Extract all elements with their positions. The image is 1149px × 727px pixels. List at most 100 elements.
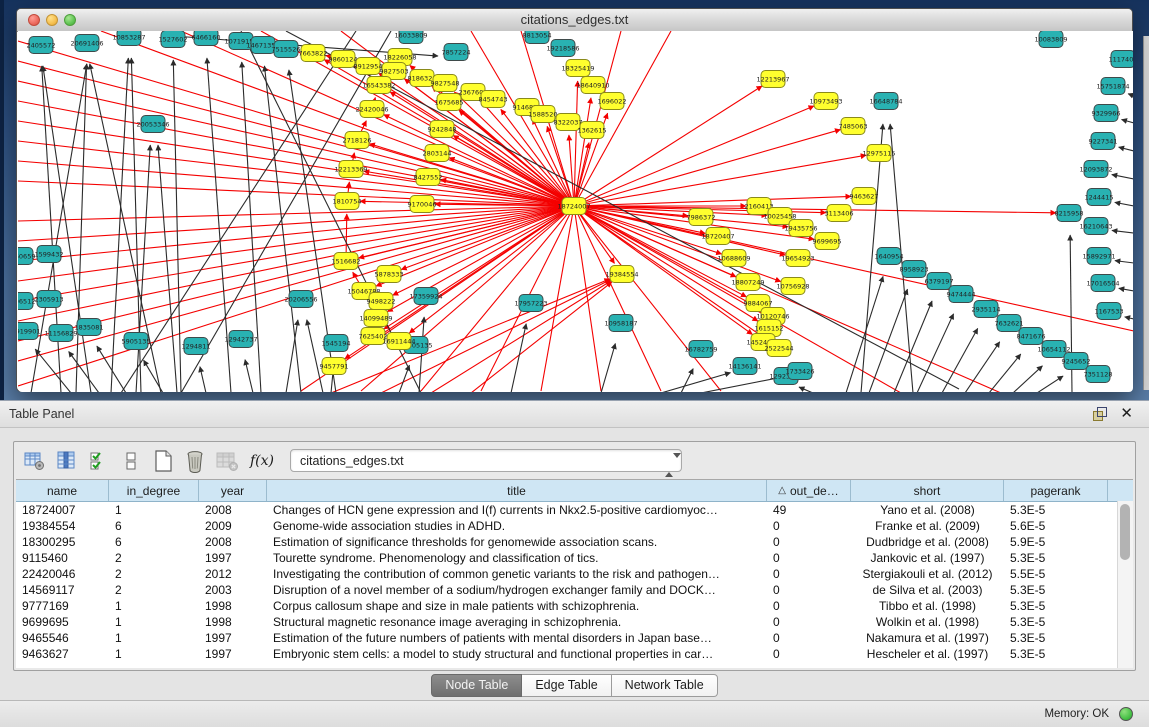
tab-node-table[interactable]: Node Table xyxy=(431,674,522,697)
graph-node[interactable] xyxy=(733,358,757,375)
graph-node[interactable] xyxy=(767,340,791,357)
graph-edge[interactable] xyxy=(601,343,615,392)
graph-node[interactable] xyxy=(689,209,713,226)
graph-edge[interactable] xyxy=(574,155,866,206)
graph-node[interactable] xyxy=(827,205,851,222)
graph-node[interactable] xyxy=(949,286,973,303)
graph-node[interactable] xyxy=(430,121,454,138)
graph-node[interactable] xyxy=(360,101,384,118)
graph-node[interactable] xyxy=(1091,133,1115,150)
graph-node[interactable] xyxy=(331,51,355,68)
table-row[interactable]: 946554611997Estimation of the future num… xyxy=(16,630,1133,646)
graph-node[interactable] xyxy=(789,220,813,237)
table-selector-dropdown[interactable]: citations_edges.txt xyxy=(290,449,682,472)
graph-node[interactable] xyxy=(387,333,411,350)
graph-node[interactable] xyxy=(77,319,101,336)
graph-node[interactable] xyxy=(361,328,385,345)
graph-node[interactable] xyxy=(481,91,505,108)
graph-edge[interactable] xyxy=(1115,202,1133,206)
graph-edge[interactable] xyxy=(989,354,1021,392)
table-scrollbar[interactable] xyxy=(1117,501,1133,668)
graph-node[interactable] xyxy=(610,266,634,283)
graph-node[interactable] xyxy=(768,208,792,225)
table-row[interactable]: 1830029562008Estimation of significance … xyxy=(16,534,1133,550)
graph-edge[interactable] xyxy=(200,367,206,392)
graph-edge[interactable] xyxy=(1119,288,1133,291)
graph-edge[interactable] xyxy=(42,66,61,392)
table-scrollbar-thumb[interactable] xyxy=(1120,504,1130,560)
column-header-in_degree[interactable]: in_degree xyxy=(109,480,199,501)
graph-node[interactable] xyxy=(566,60,590,77)
graph-node[interactable] xyxy=(324,335,348,352)
graph-node[interactable] xyxy=(874,93,898,110)
graph-edge[interactable] xyxy=(18,206,574,361)
graph-node[interactable] xyxy=(1087,248,1111,265)
graph-node[interactable] xyxy=(519,295,543,312)
graph-node[interactable] xyxy=(722,250,746,267)
delete-table-icon[interactable] xyxy=(182,448,208,474)
graph-edge[interactable] xyxy=(701,376,785,392)
graph-edge[interactable] xyxy=(1013,366,1042,392)
stacked-rows-icon[interactable] xyxy=(118,448,144,474)
graph-edge[interactable] xyxy=(144,360,163,392)
table-row[interactable]: 977716911998Corpus callosum shape and si… xyxy=(16,598,1133,614)
graph-node[interactable] xyxy=(1057,205,1081,222)
graph-node[interactable] xyxy=(736,274,760,291)
graph-edge[interactable] xyxy=(1112,230,1133,233)
graph-node[interactable] xyxy=(525,31,549,44)
close-panel-icon[interactable]: ✕ xyxy=(1120,404,1133,422)
graph-node[interactable] xyxy=(251,37,275,54)
graph-node[interactable] xyxy=(877,248,901,265)
network-graph[interactable]: 2405572206914061085328715276026466160107… xyxy=(18,31,1133,392)
graph-edge[interactable] xyxy=(574,106,814,206)
tab-network-table[interactable]: Network Table xyxy=(612,674,718,697)
graph-node[interactable] xyxy=(369,293,393,310)
graph-node[interactable] xyxy=(902,261,926,278)
graph-edge[interactable] xyxy=(511,324,526,392)
graph-node[interactable] xyxy=(161,31,185,48)
graph-edge[interactable] xyxy=(846,276,883,392)
graph-node[interactable] xyxy=(788,363,812,380)
graph-node[interactable] xyxy=(229,331,253,348)
graph-node[interactable] xyxy=(841,118,865,135)
graph-node[interactable] xyxy=(117,31,141,46)
graph-edge[interactable] xyxy=(1115,261,1133,263)
graph-node[interactable] xyxy=(37,246,61,263)
graph-node[interactable] xyxy=(1039,31,1063,48)
graph-node[interactable] xyxy=(974,301,998,318)
graph-edge[interactable] xyxy=(393,206,574,295)
graph-edge[interactable] xyxy=(69,351,99,392)
graph-edge[interactable] xyxy=(1128,94,1133,96)
graph-node[interactable] xyxy=(781,278,805,295)
column-header-short[interactable]: short xyxy=(851,480,1004,501)
graph-node[interactable] xyxy=(815,233,839,250)
graph-node[interactable] xyxy=(1084,161,1108,178)
graph-edge[interactable] xyxy=(541,206,574,391)
graph-node[interactable] xyxy=(399,31,423,44)
column-header-out_de[interactable]: △out_de… xyxy=(767,480,851,501)
graph-node[interactable] xyxy=(339,161,363,178)
graph-node[interactable] xyxy=(322,358,346,375)
graph-node[interactable] xyxy=(37,291,61,308)
graph-edge[interactable] xyxy=(1037,376,1063,392)
graph-node[interactable] xyxy=(1042,341,1066,358)
graph-node[interactable] xyxy=(301,45,325,62)
table-row[interactable]: 946362711997Embryonic stem cells: a mode… xyxy=(16,646,1133,662)
column-header-name[interactable]: name xyxy=(16,480,109,501)
select-rows-icon[interactable] xyxy=(86,448,112,474)
graph-node[interactable] xyxy=(410,196,434,213)
graph-node[interactable] xyxy=(18,323,38,340)
graph-edge[interactable] xyxy=(869,289,907,392)
column-header-year[interactable]: year xyxy=(199,480,267,501)
graph-node[interactable] xyxy=(444,44,468,61)
graph-node[interactable] xyxy=(852,188,876,205)
table-row[interactable]: 1456911722003Disruption of a novel membe… xyxy=(16,582,1133,598)
graph-node[interactable] xyxy=(786,250,810,267)
graph-node[interactable] xyxy=(364,310,388,327)
float-panel-icon[interactable] xyxy=(1093,407,1107,421)
tab-edge-table[interactable]: Edge Table xyxy=(522,674,611,697)
graph-edge[interactable] xyxy=(681,369,693,392)
graph-edge[interactable] xyxy=(286,320,298,392)
graph-node[interactable] xyxy=(141,116,165,133)
graph-node[interactable] xyxy=(1087,189,1111,206)
